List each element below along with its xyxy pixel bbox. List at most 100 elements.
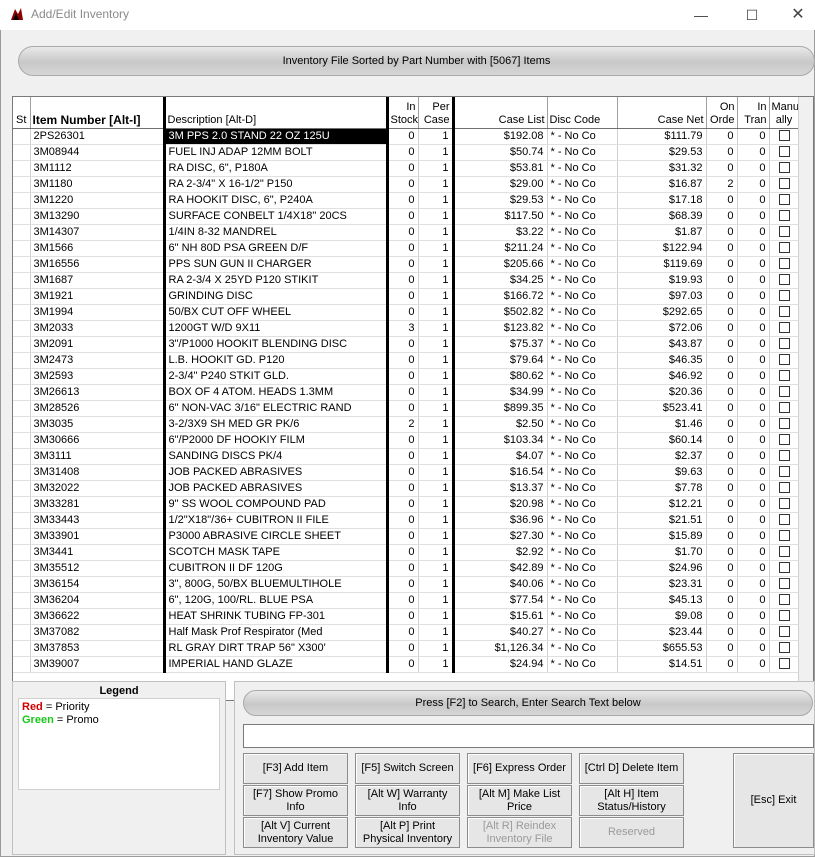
- col-header-description[interactable]: Description [Alt-D]: [164, 97, 389, 129]
- manually-checkbox[interactable]: [778, 466, 790, 478]
- close-button[interactable]: ✕: [775, 0, 815, 30]
- manually-checkbox[interactable]: [778, 306, 790, 318]
- manually-checkbox[interactable]: [778, 274, 790, 286]
- manually-checkbox[interactable]: [778, 178, 790, 190]
- warranty-info-button[interactable]: [Alt W] Warranty Info: [355, 785, 460, 816]
- manually-checkbox[interactable]: [778, 402, 790, 414]
- manually-checkbox[interactable]: [778, 130, 790, 142]
- make-list-price-button[interactable]: [Alt M] Make List Price: [467, 785, 572, 816]
- manually-checkbox[interactable]: [778, 226, 790, 238]
- table-row[interactable]: 3M33281 9" SS WOOL COMPOUND PAD 0 1 $20.98 * …: [13, 496, 800, 513]
- maximize-button[interactable]: ☐: [729, 0, 775, 30]
- inventory-grid[interactable]: St Item Number [Alt-I] Description [Alt-…: [12, 96, 814, 701]
- manually-checkbox[interactable]: [778, 578, 790, 590]
- table-row[interactable]: 3M2033 1200GT W/D 9X11 3 1 $123.82 * - No Co $…: [13, 320, 800, 337]
- manually-checkbox[interactable]: [778, 242, 790, 254]
- manually-checkbox[interactable]: [778, 210, 790, 222]
- current-inventory-value-button[interactable]: [Alt V] Current Inventory Value: [243, 817, 348, 848]
- col-header-manually[interactable]: Manu ally: [769, 97, 800, 129]
- table-row[interactable]: 2PS26301 3M PPS 2.0 STAND 22 OZ 125U 0 1 $19…: [13, 128, 800, 145]
- table-row[interactable]: 3M3035 3-2/3X9 SH MED GR PK/6 2 1 $2.50 * - N…: [13, 416, 800, 433]
- col-header-case-list[interactable]: Case List: [453, 97, 548, 129]
- table-row[interactable]: 3M1687 RA 2-3/4 X 25YD P120 STIKIT 0 1 $34.2…: [13, 272, 800, 289]
- table-row[interactable]: 3M1921 GRINDING DISC 0 1 $166.72 * - No Co $97…: [13, 288, 800, 305]
- table-row[interactable]: 3M1994 50/BX CUT OFF WHEEL 0 1 $502.82 * - No…: [13, 304, 800, 321]
- grid-scrollbar[interactable]: [798, 97, 813, 700]
- manually-checkbox[interactable]: [778, 658, 790, 670]
- add-item-button[interactable]: [F3] Add Item: [243, 753, 348, 784]
- table-row[interactable]: 3M08944 FUEL INJ ADAP 12MM BOLT 0 1 $50.74 * …: [13, 144, 800, 161]
- manually-checkbox[interactable]: [778, 642, 790, 654]
- print-physical-inventory-button[interactable]: [Alt P] Print Physical Inventory: [355, 817, 460, 848]
- manually-checkbox[interactable]: [778, 546, 790, 558]
- table-row[interactable]: 3M1566 6" NH 80D PSA GREEN D/F 0 1 $211.24 * …: [13, 240, 800, 257]
- item-status-history-button[interactable]: [Alt H] Item Status/History: [579, 785, 684, 816]
- manually-checkbox[interactable]: [778, 562, 790, 574]
- manually-checkbox[interactable]: [778, 258, 790, 270]
- reindex-inventory-button[interactable]: [Alt R] Reindex Inventory File: [467, 817, 572, 848]
- table-row[interactable]: 3M36622 HEAT SHRINK TUBING FP-301 0 1 $15.61…: [13, 608, 800, 625]
- manually-checkbox[interactable]: [778, 354, 790, 366]
- table-row[interactable]: 3M39007 IMPERIAL HAND GLAZE 0 1 $24.94 * - No…: [13, 656, 800, 673]
- manually-checkbox[interactable]: [778, 322, 790, 334]
- switch-screen-button[interactable]: [F5] Switch Screen: [355, 753, 460, 784]
- table-row[interactable]: 3M1220 RA HOOKIT DISC, 6", P240A 0 1 $29.53 *…: [13, 192, 800, 209]
- col-header-st[interactable]: St: [13, 97, 31, 129]
- manually-checkbox[interactable]: [778, 370, 790, 382]
- manually-checkbox[interactable]: [778, 338, 790, 350]
- col-header-per-case[interactable]: Per Case: [418, 97, 455, 129]
- manually-checkbox[interactable]: [778, 610, 790, 622]
- manually-checkbox[interactable]: [778, 290, 790, 302]
- table-row[interactable]: 3M33901 P3000 ABRASIVE CIRCLE SHEET 0 1 $27.…: [13, 528, 800, 545]
- table-row[interactable]: 3M36154 3", 800G, 50/BX BLUEMULTIHOLE 0 1 $4…: [13, 576, 800, 593]
- table-row[interactable]: 3M2091 3"/P1000 HOOKIT BLENDING DISC 0 1 $75…: [13, 336, 800, 353]
- table-row[interactable]: 3M3111 SANDING DISCS PK/4 0 1 $4.07 * - No Co…: [13, 448, 800, 465]
- col-header-case-net[interactable]: Case Net: [617, 97, 707, 129]
- search-input[interactable]: [243, 724, 814, 748]
- table-row[interactable]: 3M26613 BOX OF 4 ATOM. HEADS 1.3MM 0 1 $34.9…: [13, 384, 800, 401]
- table-row[interactable]: 3M37853 RL GRAY DIRT TRAP 56" X300' 0 1 $1,1…: [13, 640, 800, 657]
- col-header-in-transit[interactable]: In Tran: [737, 97, 770, 129]
- minimize-button[interactable]: —: [678, 0, 724, 30]
- col-header-on-order[interactable]: On Orde: [706, 97, 738, 129]
- manually-checkbox[interactable]: [778, 418, 790, 430]
- table-row[interactable]: 3M36204 6", 120G, 100/RL. BLUE PSA 0 1 $77.5…: [13, 592, 800, 609]
- table-row[interactable]: 3M1180 RA 2-3/4" X 16-1/2" P150 0 1 $29.00 * …: [13, 176, 800, 193]
- table-row[interactable]: 3M2593 2-3/4" P240 STKIT GLD. 0 1 $80.62 * - …: [13, 368, 800, 385]
- table-row[interactable]: 3M33443 1/2"X18"/36+ CUBITRON II FILE 0 1 $3…: [13, 512, 800, 529]
- table-row[interactable]: 3M35512 CUBITRON II DF 120G 0 1 $42.89 * - No…: [13, 560, 800, 577]
- show-promo-info-button[interactable]: [F7] Show Promo Info: [243, 785, 348, 816]
- col-header-in-stock[interactable]: In Stock: [387, 97, 419, 129]
- delete-item-button[interactable]: [Ctrl D] Delete Item: [579, 753, 684, 784]
- table-row[interactable]: 3M13290 SURFACE CONBELT 1/4X18" 20CS 0 1 $11…: [13, 208, 800, 225]
- table-row[interactable]: 3M28526 6" NON-VAC 3/16" ELECTRIC RAND 0 1 $…: [13, 400, 800, 417]
- manually-checkbox[interactable]: [778, 146, 790, 158]
- manually-checkbox[interactable]: [778, 530, 790, 542]
- manually-checkbox[interactable]: [778, 594, 790, 606]
- table-row[interactable]: 3M3441 SCOTCH MASK TAPE 0 1 $2.92 * - No Co $1…: [13, 544, 800, 561]
- manually-checkbox[interactable]: [778, 386, 790, 398]
- manually-checkbox[interactable]: [778, 194, 790, 206]
- table-row[interactable]: 3M2473 L.B. HOOKIT GD. P120 0 1 $79.64 * - No…: [13, 352, 800, 369]
- manually-checkbox[interactable]: [778, 162, 790, 174]
- manually-checkbox[interactable]: [778, 626, 790, 638]
- table-row[interactable]: 3M32022 JOB PACKED ABRASIVES 0 1 $13.37 * - N…: [13, 480, 800, 497]
- col-header-disc-code[interactable]: Disc Code: [547, 97, 618, 129]
- table-row[interactable]: 3M30666 6"/P2000 DF HOOKIY FILM 0 1 $103.34 *…: [13, 432, 800, 449]
- manually-checkbox[interactable]: [778, 498, 790, 510]
- case-net-cell: $20.36: [617, 384, 707, 401]
- exit-button[interactable]: [Esc] Exit: [733, 753, 814, 848]
- case-list-cell: $123.82: [453, 320, 548, 337]
- manually-checkbox[interactable]: [778, 450, 790, 462]
- express-order-button[interactable]: [F6] Express Order: [467, 753, 572, 784]
- table-row[interactable]: 3M37082 Half Mask Prof Respirator (Med 0 1 $…: [13, 624, 800, 641]
- manually-checkbox[interactable]: [778, 482, 790, 494]
- table-row[interactable]: 3M31408 JOB PACKED ABRASIVES 0 1 $16.54 * - N…: [13, 464, 800, 481]
- reserved-button[interactable]: Reserved: [579, 817, 684, 848]
- table-row[interactable]: 3M16556 PPS SUN GUN II CHARGER 0 1 $205.66 * …: [13, 256, 800, 273]
- table-row[interactable]: 3M1112 RA DISC, 6", P180A 0 1 $53.81 * - No C…: [13, 160, 800, 177]
- manually-checkbox[interactable]: [778, 434, 790, 446]
- col-header-item-number[interactable]: Item Number [Alt-I]: [30, 97, 166, 129]
- manually-checkbox[interactable]: [778, 514, 790, 526]
- table-row[interactable]: 3M14307 1/4IN 8-32 MANDREL 0 1 $3.22 * - No C…: [13, 224, 800, 241]
